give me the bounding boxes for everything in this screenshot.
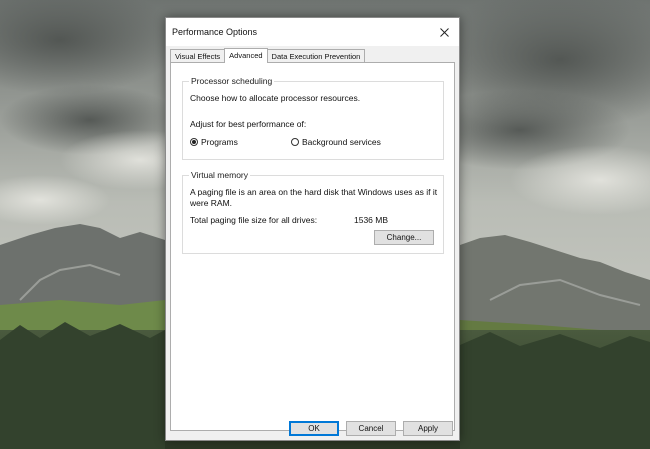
total-paging-value: 1536 MB xyxy=(354,215,389,225)
radio-programs[interactable]: Programs xyxy=(190,137,238,147)
radio-background-services-label: Background services xyxy=(302,137,381,147)
radio-programs-label: Programs xyxy=(201,137,238,147)
radio-background-services[interactable]: Background services xyxy=(291,137,381,147)
performance-options-dialog: Performance Options Visual Effects Advan… xyxy=(165,17,460,441)
virtual-memory-group: Virtual memory A paging file is an area … xyxy=(182,170,444,254)
radio-background-services-indicator xyxy=(291,138,299,146)
total-paging-label: Total paging file size for all drives: xyxy=(190,215,318,225)
apply-button[interactable]: Apply xyxy=(403,421,453,436)
dialog-title: Performance Options xyxy=(172,27,258,37)
processor-description: Choose how to allocate processor resourc… xyxy=(190,93,361,103)
title-bar: Performance Options xyxy=(166,18,459,46)
processor-scheduling-group: Processor scheduling Choose how to alloc… xyxy=(182,76,444,160)
processor-scheduling-legend: Processor scheduling xyxy=(189,76,275,86)
cancel-button[interactable]: Cancel xyxy=(346,421,396,436)
close-icon xyxy=(439,27,449,37)
virtual-memory-legend: Virtual memory xyxy=(189,170,250,180)
advanced-tab-panel: Processor scheduling Choose how to alloc… xyxy=(170,62,455,431)
close-button[interactable] xyxy=(429,18,459,46)
tab-data-execution-prevention[interactable]: Data Execution Prevention xyxy=(266,49,366,62)
radio-programs-indicator xyxy=(190,138,198,146)
tab-visual-effects[interactable]: Visual Effects xyxy=(170,49,226,62)
virtual-memory-description-line1: A paging file is an area on the hard dis… xyxy=(190,187,438,197)
ok-button[interactable]: OK xyxy=(289,421,339,436)
tab-strip: Visual Effects Advanced Data Execution P… xyxy=(170,48,366,63)
virtual-memory-description-line2: were RAM. xyxy=(190,198,233,208)
adjust-label: Adjust for best performance of: xyxy=(190,119,307,129)
change-button[interactable]: Change... xyxy=(374,230,434,245)
tab-advanced[interactable]: Advanced xyxy=(224,48,268,63)
